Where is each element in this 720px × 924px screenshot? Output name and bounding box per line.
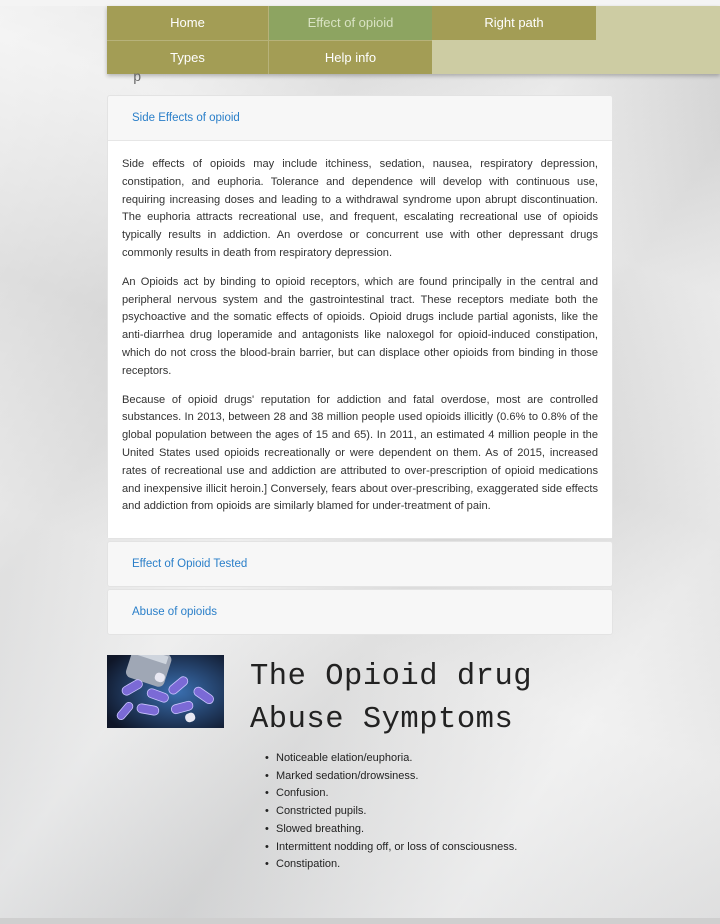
symptoms-heading: The Opioid drug Abuse Symptoms xyxy=(250,656,532,742)
list-item: Confusion. xyxy=(265,785,517,803)
symptoms-list: Noticeable elation/euphoria. Marked seda… xyxy=(265,750,517,874)
nav-types[interactable]: Types xyxy=(107,40,269,74)
panel-heading-effect-tested[interactable]: Effect of Opioid Tested xyxy=(108,542,612,586)
pills-photo-icon xyxy=(107,655,224,728)
paragraph: Side effects of opioids may include itch… xyxy=(122,158,598,259)
accordion: Side Effects of opioid Side effects of o… xyxy=(107,95,613,637)
nav-home[interactable]: Home xyxy=(107,6,269,40)
symptoms-heading-line2: Abuse Symptoms xyxy=(250,703,514,737)
panel-body-side-effects: Side effects of opioids may include itch… xyxy=(108,140,612,539)
paragraph: An Opioids act by binding to opioid rece… xyxy=(122,275,598,377)
page-bottom-edge xyxy=(0,918,720,924)
list-item: Intermittent nodding off, or loss of con… xyxy=(265,839,517,857)
list-item: Constricted pupils. xyxy=(265,803,517,821)
paragraph: Because of opioid drugs' reputation for … xyxy=(122,393,598,513)
panel-effect-tested: Effect of Opioid Tested xyxy=(107,541,613,588)
nav-effect-of-opioid[interactable]: Effect of opioid xyxy=(269,6,432,40)
list-item: Marked sedation/drowsiness. xyxy=(265,768,517,786)
hidden-heading-glimpse: p xyxy=(133,70,142,86)
panel-abuse: Abuse of opioids xyxy=(107,589,613,636)
nav-right-path[interactable]: Right path xyxy=(432,6,596,40)
list-item: Noticeable elation/euphoria. xyxy=(265,750,517,768)
panel-heading-abuse[interactable]: Abuse of opioids xyxy=(108,590,612,634)
panel-heading-side-effects[interactable]: Side Effects of opioid xyxy=(108,96,612,140)
symptoms-heading-line1: The Opioid drug xyxy=(250,660,533,694)
nav-help-info[interactable]: Help info xyxy=(269,40,432,74)
list-item: Slowed breathing. xyxy=(265,821,517,839)
panel-side-effects: Side Effects of opioid Side effects of o… xyxy=(107,95,613,540)
pills-image xyxy=(107,655,224,728)
list-item: Constipation. xyxy=(265,856,517,874)
main-nav: Home Effect of opioid Right path Types H… xyxy=(107,6,720,74)
